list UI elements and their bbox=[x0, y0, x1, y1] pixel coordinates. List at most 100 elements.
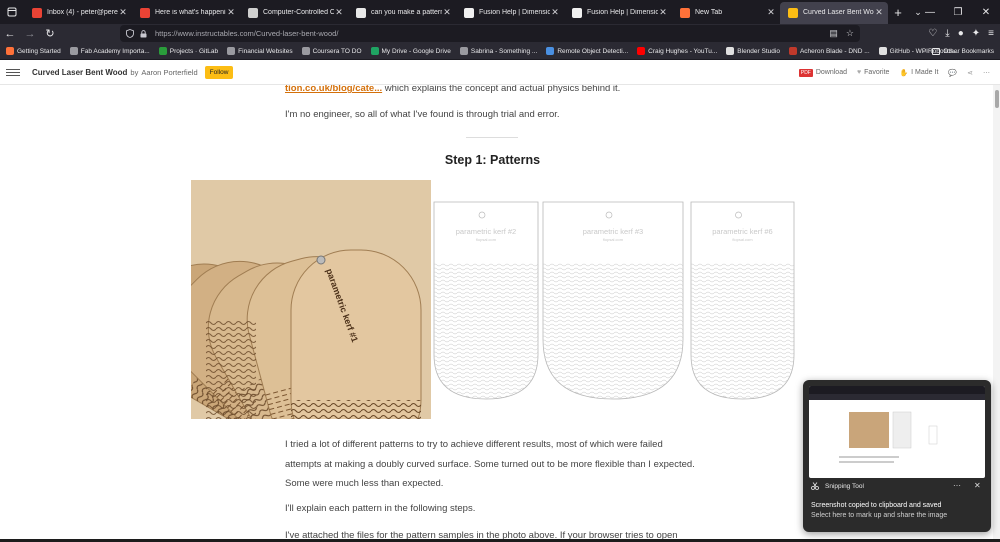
toast-title: Screenshot copied to clipboard and saved bbox=[811, 502, 942, 509]
bookmark-favicon-icon bbox=[878, 47, 887, 55]
panel-sublabel: flopsal.com bbox=[732, 237, 753, 242]
bookmark-item[interactable]: Projects · GitLab bbox=[158, 47, 219, 55]
browser-tab[interactable]: Fusion Help | Dimensions✕ bbox=[564, 2, 672, 24]
close-tab-icon[interactable]: ✕ bbox=[226, 7, 236, 18]
pocket-icon[interactable]: ♡ bbox=[928, 28, 937, 39]
divider bbox=[466, 137, 518, 138]
search-icon bbox=[356, 7, 366, 18]
tracking-protection-icon[interactable] bbox=[126, 29, 134, 38]
reader-view-icon[interactable]: ▤ bbox=[829, 28, 838, 39]
patterns-paragraph: I tried a lot of different patterns to t… bbox=[285, 439, 695, 489]
close-tab-icon[interactable]: ✕ bbox=[334, 7, 344, 18]
bookmark-item[interactable]: Sabrina - Something ... bbox=[459, 47, 537, 55]
bookmark-item[interactable]: My Drive - Google Drive bbox=[370, 47, 451, 55]
explain-paragraph: I'll explain each pattern in the followi… bbox=[285, 503, 476, 514]
download-button[interactable]: PDF Download bbox=[798, 68, 847, 77]
bookmark-item[interactable]: Fab Academy Importa... bbox=[69, 47, 150, 55]
bookmark-label: Fab Academy Importa... bbox=[80, 47, 150, 55]
folder-icon bbox=[932, 48, 941, 55]
instructables-icon bbox=[788, 7, 798, 18]
kerf-samples-photo[interactable]: parametric kerf #1 bbox=[191, 180, 431, 419]
close-window-button[interactable]: ✕ bbox=[972, 0, 1000, 24]
more-bookmarks-chevron-icon[interactable]: » bbox=[923, 48, 927, 55]
close-tab-icon[interactable]: ✕ bbox=[766, 7, 776, 18]
bookmark-star-icon[interactable]: ☆ bbox=[846, 28, 854, 39]
browser-tab[interactable]: Computer-Controlled Cutt✕ bbox=[240, 2, 348, 24]
bookmark-favicon-icon bbox=[546, 47, 555, 55]
browser-tab[interactable]: Curved Laser Bent Wood ✕ bbox=[780, 1, 888, 24]
toast-more-icon[interactable]: ⋯ bbox=[953, 481, 961, 490]
tab-title: can you make a pattern in bbox=[371, 9, 442, 16]
i-made-it-button[interactable]: ✋ I Made It bbox=[899, 69, 938, 77]
project-title[interactable]: Curved Laser Bent Wood bbox=[32, 68, 127, 77]
bookmark-item[interactable]: Blender Studio bbox=[726, 47, 780, 55]
bookmark-item[interactable]: Remote Object Detecti... bbox=[546, 47, 628, 55]
close-tab-icon[interactable]: ✕ bbox=[442, 7, 452, 18]
tab-title: Curved Laser Bent Wood bbox=[803, 9, 874, 16]
bookmark-favicon-icon bbox=[370, 47, 379, 55]
close-tab-icon[interactable]: ✕ bbox=[550, 7, 560, 18]
maximize-button[interactable]: ❐ bbox=[944, 0, 972, 24]
bookmark-label: Financial Websites bbox=[238, 47, 293, 55]
gmail-icon bbox=[140, 7, 150, 18]
kerf-pattern-panel[interactable]: parametric kerf #6 flopsal.com bbox=[690, 201, 795, 401]
snipping-tool-notification[interactable]: Snipping Tool ⋯ ✕ Screenshot copied to c… bbox=[803, 380, 991, 532]
extensions-icon[interactable]: ✦ bbox=[972, 28, 980, 39]
browser-tab[interactable]: New Tab ✕ bbox=[672, 2, 780, 24]
favorite-button[interactable]: ♥ Favorite bbox=[857, 69, 889, 76]
bookmark-item[interactable]: Craig Hughes - YouTu... bbox=[637, 47, 717, 55]
bookmark-label: Remote Object Detecti... bbox=[557, 47, 629, 55]
browser-tab[interactable]: Fusion Help | Dimensions✕ bbox=[456, 2, 564, 24]
app-menu-icon[interactable]: ≡ bbox=[988, 28, 994, 39]
close-tab-icon[interactable]: ✕ bbox=[874, 7, 884, 18]
bookmark-label: Blender Studio bbox=[737, 47, 780, 55]
favorite-label: Favorite bbox=[864, 69, 890, 76]
close-tab-icon[interactable]: ✕ bbox=[118, 7, 128, 18]
panel-sublabel: flopsal.com bbox=[603, 237, 624, 242]
minimize-button[interactable]: — bbox=[916, 0, 944, 24]
comments-icon[interactable]: 💬 bbox=[948, 69, 957, 77]
more-options-icon[interactable]: ⋯ bbox=[983, 69, 990, 77]
bookmark-favicon-icon bbox=[459, 47, 468, 55]
bookmark-label: My Drive - Google Drive bbox=[381, 47, 451, 55]
share-icon[interactable]: ⋖ bbox=[967, 69, 973, 77]
engineer-paragraph: I'm no engineer, so all of what I've fou… bbox=[285, 109, 560, 120]
hamburger-menu-icon[interactable] bbox=[6, 67, 20, 78]
bookmarks-toolbar: Getting Started Fab Academy Importa... Pro… bbox=[0, 43, 1000, 60]
toast-close-icon[interactable]: ✕ bbox=[974, 481, 981, 490]
screenshot-thumbnail[interactable] bbox=[809, 386, 985, 478]
bookmark-favicon-icon bbox=[301, 47, 310, 55]
kerf-pattern-panel[interactable]: parametric kerf #2 flopsal.com bbox=[433, 201, 539, 401]
kerf-pattern-panel[interactable]: parametric kerf #3 flopsal.com bbox=[542, 201, 684, 401]
bookmark-item[interactable]: Acheron Blade - DND ... bbox=[788, 47, 870, 55]
bookmark-label: Projects · GitLab bbox=[169, 47, 219, 55]
back-arrow-icon[interactable]: ← bbox=[0, 24, 20, 43]
scrollbar-thumb[interactable] bbox=[995, 90, 999, 108]
address-bar[interactable]: https://www.instructables.com/Curved-las… bbox=[120, 25, 860, 42]
browser-tab[interactable]: Inbox (4) - peter@perezsnt✕ bbox=[24, 2, 132, 24]
fusion-icon bbox=[572, 7, 582, 18]
tab-overview-icon[interactable] bbox=[0, 0, 24, 24]
forward-arrow-icon[interactable]: → bbox=[20, 24, 40, 43]
other-bookmarks[interactable]: Other Bookmarks bbox=[943, 48, 994, 55]
bookmark-item[interactable]: Coursera TO DO bbox=[301, 47, 362, 55]
close-tab-icon[interactable]: ✕ bbox=[658, 7, 668, 18]
document-icon bbox=[248, 7, 258, 18]
reload-icon[interactable]: ↻ bbox=[40, 24, 60, 43]
blog-link[interactable]: tion.co.uk/blog/cate... bbox=[285, 85, 382, 94]
bookmark-item[interactable]: Financial Websites bbox=[227, 47, 293, 55]
account-icon[interactable]: ● bbox=[958, 28, 964, 39]
follow-button[interactable]: Follow bbox=[204, 65, 234, 79]
author-link[interactable]: Aaron Porterfield bbox=[141, 68, 197, 77]
scrollbar[interactable] bbox=[993, 85, 1000, 542]
browser-tab[interactable]: can you make a pattern in✕ bbox=[348, 2, 456, 24]
lock-icon[interactable] bbox=[140, 29, 147, 38]
browser-tab[interactable]: Here is what's happening ✕ bbox=[132, 2, 240, 24]
download-icon[interactable]: ⤓ bbox=[945, 28, 949, 39]
fusion-icon bbox=[464, 7, 474, 18]
site-header: Curved Laser Bent Wood by Aaron Porterfi… bbox=[0, 60, 1000, 85]
bookmark-item[interactable]: Getting Started bbox=[6, 47, 61, 55]
firefox-icon bbox=[680, 7, 690, 18]
pdf-icon: PDF bbox=[798, 68, 813, 77]
new-tab-button[interactable]: + bbox=[888, 5, 908, 20]
